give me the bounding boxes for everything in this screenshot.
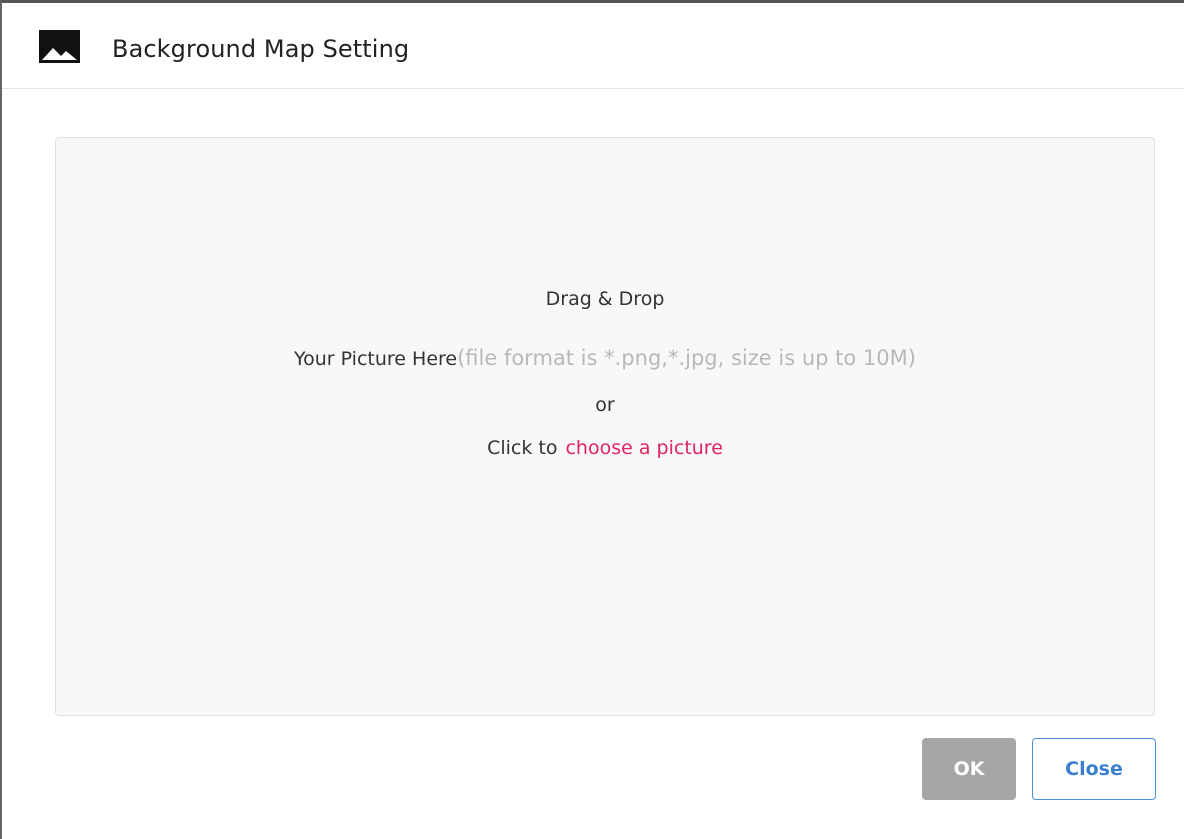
choose-picture-link[interactable]: choose a picture — [565, 437, 722, 459]
dialog-title: Background Map Setting — [112, 35, 410, 63]
image-icon — [39, 30, 80, 63]
picture-dropzone[interactable]: Drag & Drop Your Picture Here(file forma… — [55, 137, 1155, 716]
or-label: or — [595, 394, 615, 416]
click-to-label: Click to — [487, 437, 558, 459]
ok-button[interactable]: OK — [922, 738, 1016, 800]
dialog-header: Background Map Setting — [2, 3, 1184, 89]
close-button[interactable]: Close — [1032, 738, 1156, 800]
background-map-dialog: Background Map Setting Drag & Drop Your … — [0, 0, 1184, 839]
picture-instruction: Your Picture Here(file format is *.png,*… — [56, 346, 1154, 370]
file-format-hint: (file format is *.png,*.jpg, size is up … — [457, 346, 916, 370]
picture-label: Your Picture Here — [294, 348, 458, 370]
drag-drop-title: Drag & Drop — [545, 288, 665, 310]
choose-picture-line: Click to choose a picture — [56, 437, 1154, 459]
